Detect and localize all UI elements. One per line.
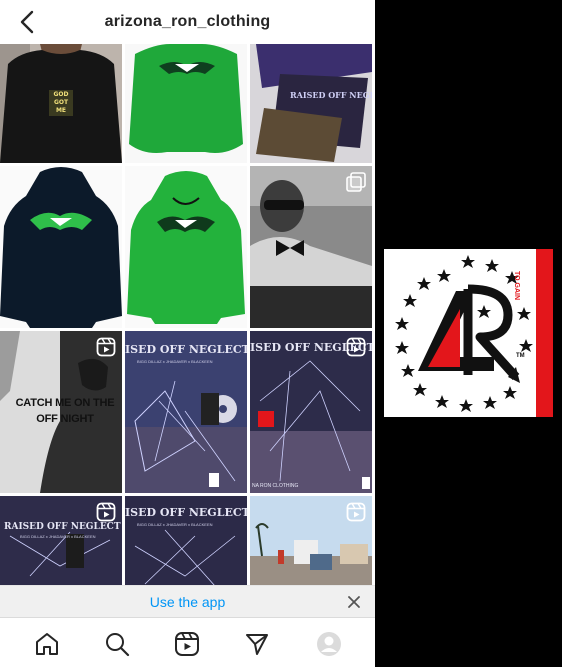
poster-credits: BIGG DILLAZ x JHADAVER x BLACKEEN — [137, 522, 213, 527]
use-app-link[interactable]: Use the app — [150, 594, 226, 610]
search-icon[interactable] — [104, 631, 130, 657]
caption-line: CATCH ME ON THE — [15, 397, 115, 409]
bottom-nav — [0, 617, 375, 667]
post-tile[interactable]: ISED OFF NEGLECT TO NA RON CLOTHING — [250, 331, 372, 493]
poster-credits: BIGG DILLAZ x JHADAVER x BLACKEEN — [137, 359, 213, 364]
post-tile[interactable] — [125, 44, 247, 163]
post-image: RAISED OFF NEGLECT TOO — [250, 44, 372, 163]
reel-caption: CATCH ME ON THE OFF NIGHT — [6, 395, 122, 427]
reels-icon[interactable] — [174, 631, 200, 657]
profile-avatar[interactable] — [316, 631, 342, 657]
profile-username: arizona_ron_clothing — [104, 13, 271, 30]
poster-title: ISED OFF NEGLECT TOO — [125, 343, 247, 356]
post-tile[interactable] — [250, 166, 372, 328]
post-tile[interactable] — [0, 166, 122, 328]
post-tile[interactable] — [125, 166, 247, 328]
post-tile[interactable] — [250, 496, 372, 586]
post-image — [125, 44, 247, 163]
logo-tagline: TO GAIN — [513, 271, 520, 301]
post-tile[interactable]: ISED OFF NEGLECT TOO BIGG DILLAZ x JHADA… — [125, 496, 247, 586]
shirt-text-line: GOT — [53, 99, 69, 106]
poster-title: RAISED OFF NEGLECT TOO — [4, 522, 122, 532]
ar-logo — [384, 249, 553, 417]
reel-icon — [346, 502, 366, 522]
caption-line: OFF NIGHT — [36, 413, 94, 425]
post-image — [125, 166, 247, 328]
shirt-text-line: GOD — [53, 91, 69, 98]
multi-icon — [346, 172, 366, 192]
post-image — [0, 166, 122, 328]
reel-icon — [96, 502, 116, 522]
svg-text:RAISED OFF NEGLECT TOO: RAISED OFF NEGLECT TOO — [290, 90, 372, 100]
home-icon[interactable] — [34, 631, 60, 657]
poster-footer: NA RON CLOTHING — [252, 483, 299, 489]
reel-icon — [96, 337, 116, 357]
poster-title: ISED OFF NEGLECT TOO — [125, 506, 247, 519]
post-tile[interactable]: GOD GOT ME — [0, 44, 122, 163]
post-tile[interactable]: CATCH ME ON THE OFF NIGHT — [0, 331, 122, 493]
direct-icon[interactable] — [244, 631, 270, 657]
post-tile[interactable]: RAISED OFF NEGLECT TOO BIGG DILLAZ x JHA… — [0, 496, 122, 586]
close-icon[interactable] — [345, 593, 363, 611]
shirt-text-line: ME — [55, 107, 67, 114]
post-tile[interactable]: RAISED OFF NEGLECT TOO — [250, 44, 372, 163]
shirt-print: GOD GOT ME — [50, 91, 72, 115]
reel-icon — [346, 337, 366, 357]
instagram-profile-screen: arizona_ron_clothing GOD GOT ME RAISED O… — [0, 0, 375, 667]
logo-tm: TM — [516, 353, 525, 359]
brand-logo-image: TM TO GAIN — [384, 249, 553, 417]
poster-credits: BIGG DILLAZ x JHADAVER x BLACKEEN — [20, 534, 96, 539]
bottom-area: Use the app — [0, 585, 375, 667]
post-tile[interactable]: ISED OFF NEGLECT TOO BIGG DILLAZ x JHADA… — [125, 331, 247, 493]
use-app-banner: Use the app — [0, 585, 375, 618]
profile-header: arizona_ron_clothing — [0, 0, 375, 44]
chevron-left-icon[interactable] — [14, 8, 42, 36]
